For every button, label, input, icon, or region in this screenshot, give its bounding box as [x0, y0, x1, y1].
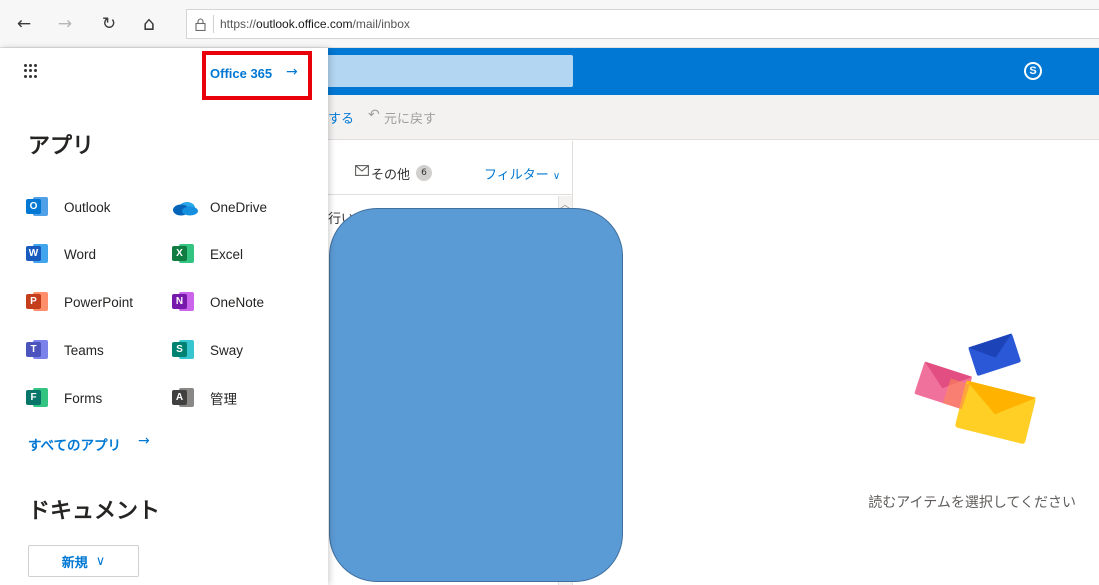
forms-icon: F	[26, 387, 50, 409]
url-prefix: https://	[220, 17, 257, 31]
app-label: Outlook	[64, 199, 111, 215]
app-label: OneNote	[210, 294, 265, 310]
app-label: Word	[64, 246, 97, 262]
command-action-button[interactable]: する	[328, 108, 354, 127]
app-label: Excel	[210, 246, 244, 262]
app-tile[interactable]: X Excel	[172, 242, 243, 266]
undo-button[interactable]: 元に戻す	[384, 108, 436, 127]
envelopes-illustration	[914, 333, 1037, 444]
onenote-icon: N	[172, 291, 196, 313]
skype-icon[interactable]: S	[1024, 62, 1042, 80]
app-label: Teams	[64, 342, 104, 358]
teams-icon: T	[26, 339, 50, 361]
address-bar[interactable]: https://outlook.office.com/mail/inbox	[186, 9, 1099, 39]
arrow-right-icon[interactable]: →	[138, 433, 150, 449]
admin-icon: A	[172, 387, 196, 409]
chevron-down-icon: ∨	[552, 171, 561, 182]
url-text: https://outlook.office.com/mail/inbox	[220, 17, 410, 31]
app-label: Sway	[210, 342, 244, 358]
app-tile[interactable]: A 管理	[172, 386, 237, 410]
home-icon[interactable]: ⌂	[137, 12, 161, 36]
tab-other[interactable]: その他	[371, 164, 410, 183]
app-label: 管理	[210, 392, 237, 407]
app-label: OneDrive	[210, 199, 268, 215]
annotation-highlight-box	[202, 51, 312, 100]
app-launcher-icon[interactable]	[24, 64, 38, 78]
app-tile[interactable]: OneDrive	[172, 195, 267, 219]
redaction-overlay	[329, 208, 623, 582]
url-host: outlook.office.com	[256, 17, 353, 31]
new-label: 新規	[61, 555, 88, 571]
search-input[interactable]	[300, 55, 573, 87]
mail-icon	[355, 165, 369, 180]
refresh-icon[interactable]: ↻	[97, 12, 121, 36]
app-tile[interactable]: O Outlook	[26, 195, 111, 219]
browser-toolbar: ← → ↻ ⌂ https://outlook.office.com/mail/…	[0, 0, 1099, 48]
app-label: Forms	[64, 390, 103, 406]
documents-heading: ドキュメント	[28, 499, 161, 524]
sway-icon: S	[172, 339, 196, 361]
address-divider	[213, 15, 214, 33]
app-tile[interactable]: T Teams	[26, 338, 104, 362]
onedrive-icon	[172, 196, 198, 218]
apps-heading: アプリ	[28, 134, 95, 159]
all-apps-link[interactable]: すべてのアプリ	[28, 434, 121, 454]
word-icon: W	[26, 243, 50, 265]
app-launcher-panel: Office 365 → アプリ O Outlook OneDrive W Word X E…	[0, 48, 328, 585]
app-tile[interactable]: S Sway	[172, 338, 243, 362]
app-label: PowerPoint	[64, 294, 134, 310]
app-tile[interactable]: W Word	[26, 242, 96, 266]
lock-icon	[187, 17, 213, 31]
back-icon[interactable]: ←	[12, 12, 36, 36]
list-divider	[328, 194, 573, 195]
app-tile[interactable]: F Forms	[26, 386, 102, 410]
filter-button[interactable]: フィルター ∨	[484, 164, 560, 183]
app-tile[interactable]: N OneNote	[172, 290, 264, 314]
powerpoint-icon: P	[26, 291, 50, 313]
filter-label: フィルター	[484, 168, 549, 183]
unread-count-badge: 6	[416, 165, 432, 181]
screen: ← → ↻ ⌂ https://outlook.office.com/mail/…	[0, 0, 1099, 585]
outlook-icon: O	[26, 196, 50, 218]
forward-icon[interactable]: →	[53, 12, 77, 36]
undo-icon: ↶	[368, 107, 380, 123]
app-tile[interactable]: P PowerPoint	[26, 290, 133, 314]
excel-icon: X	[172, 243, 196, 265]
chevron-down-icon: ∨	[95, 553, 106, 569]
url-path: /mail/inbox	[352, 17, 410, 31]
new-document-button[interactable]: 新規 ∨	[28, 545, 139, 577]
